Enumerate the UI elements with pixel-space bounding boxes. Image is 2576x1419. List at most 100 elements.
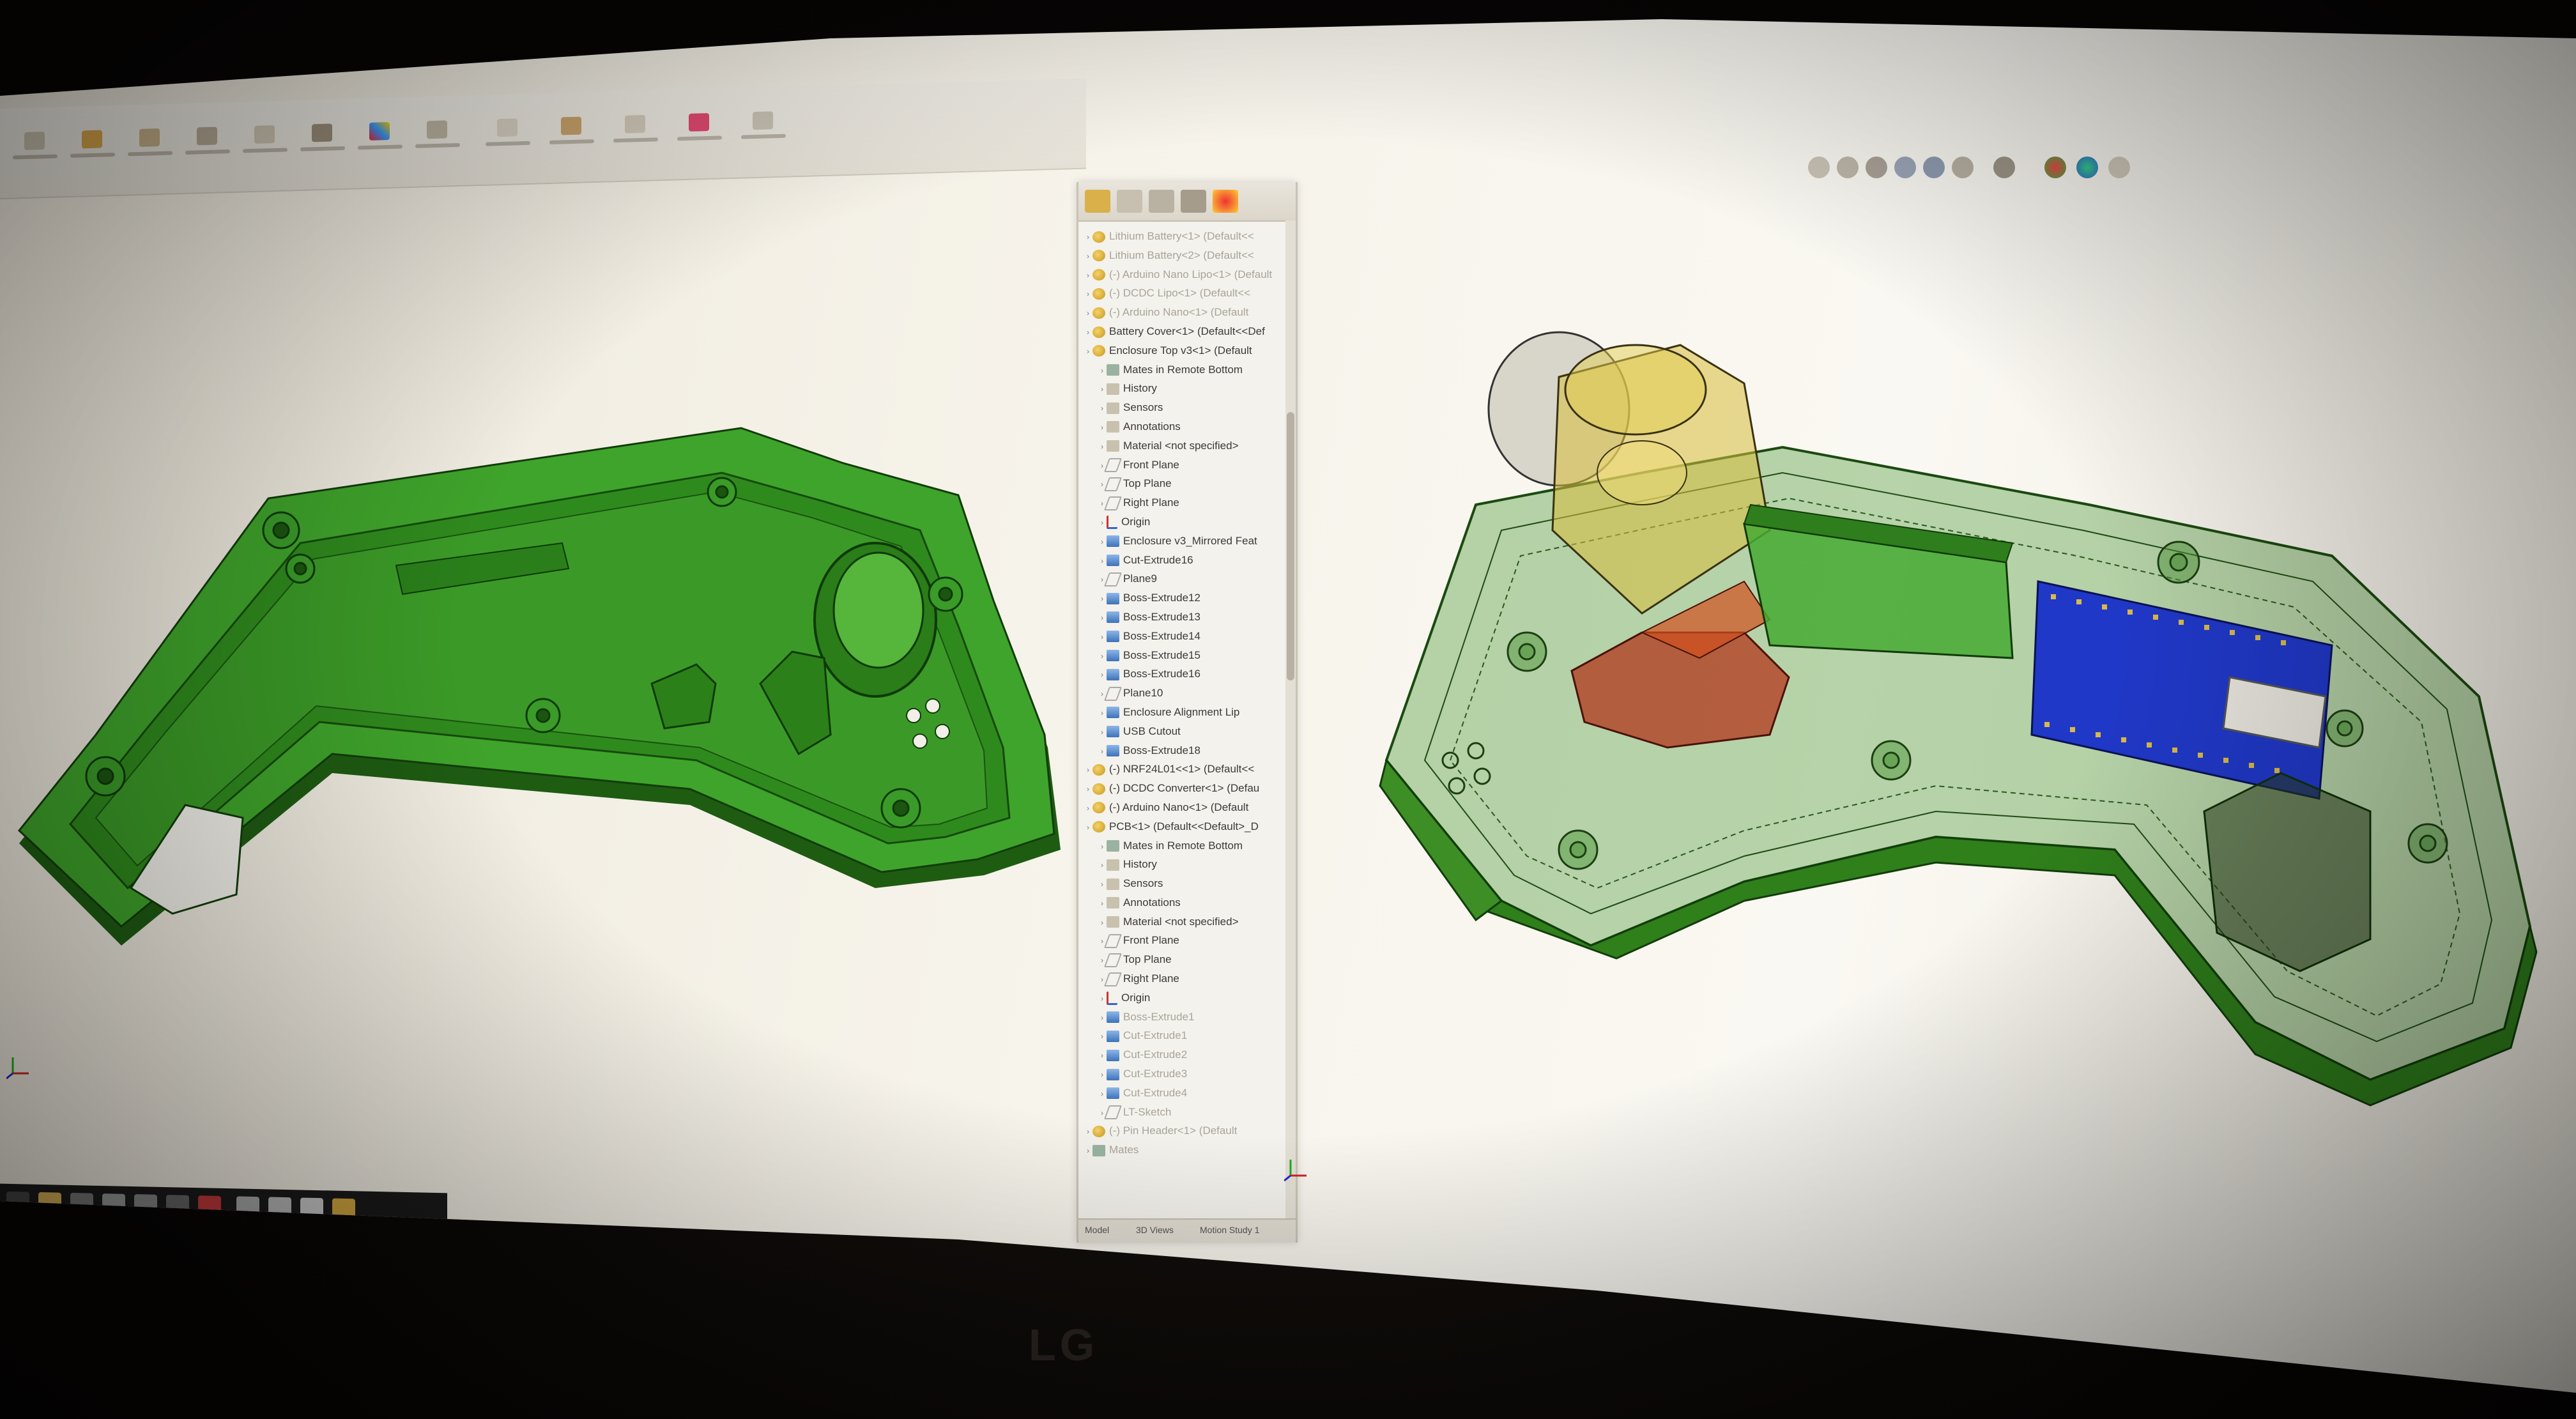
expand-toggle-icon[interactable]: › — [1098, 475, 1107, 495]
tree-item[interactable]: › (-) Pin Header<1> (Default — [1078, 1121, 1283, 1140]
expand-toggle-icon[interactable]: › — [1084, 1123, 1092, 1142]
tree-item[interactable]: › Boss-Extrude16 — [1078, 664, 1283, 684]
tool-button-cut[interactable] — [185, 121, 230, 167]
tree-item[interactable]: › Cut-Extrude2 — [1078, 1045, 1283, 1064]
expand-toggle-icon[interactable]: › — [1098, 571, 1107, 590]
tab-3d-views[interactable]: 3D Views — [1136, 1225, 1174, 1235]
expand-toggle-icon[interactable]: › — [1098, 894, 1107, 914]
tree-item[interactable]: › Battery Cover<1> (Default<<Def — [1078, 322, 1283, 341]
expand-toggle-icon[interactable]: › — [1084, 780, 1092, 799]
expand-toggle-icon[interactable]: › — [1098, 970, 1107, 990]
expand-toggle-icon[interactable]: › — [1098, 723, 1107, 742]
expand-toggle-icon[interactable]: › — [1084, 266, 1092, 286]
expand-toggle-icon[interactable]: › — [1098, 609, 1107, 628]
expand-toggle-icon[interactable]: › — [1098, 990, 1107, 1009]
expand-toggle-icon[interactable]: › — [1084, 1142, 1092, 1161]
tree-item[interactable]: › (-) Arduino Nano Lipo<1> (Default — [1078, 265, 1283, 284]
tool-button-curves[interactable] — [486, 113, 530, 159]
tree-item[interactable]: › History — [1078, 855, 1283, 874]
graphics-area-right[interactable] — [1284, 173, 2576, 1259]
expand-toggle-icon[interactable]: › — [1098, 742, 1107, 762]
tree-item[interactable]: › Top Plane — [1078, 474, 1283, 493]
tree-item[interactable]: › Boss-Extrude13 — [1078, 608, 1283, 627]
tree-item[interactable]: › Annotations — [1078, 893, 1283, 912]
tree-item[interactable]: › Origin — [1078, 512, 1283, 532]
tree-item[interactable]: › Cut-Extrude3 — [1078, 1064, 1283, 1084]
expand-toggle-icon[interactable]: › — [1098, 1066, 1107, 1085]
tree-item[interactable]: › Plane9 — [1078, 569, 1283, 588]
expand-toggle-icon[interactable]: › — [1098, 418, 1107, 438]
tree-item[interactable]: › Right Plane — [1078, 493, 1283, 512]
tree-item[interactable]: › Mates — [1078, 1140, 1283, 1160]
tree-item[interactable]: › Right Plane — [1078, 969, 1283, 988]
tree-item[interactable]: › (-) DCDC Lipo<1> (Default<< — [1078, 284, 1283, 303]
tree-item[interactable]: › Top Plane — [1078, 950, 1283, 969]
expand-toggle-icon[interactable]: › — [1098, 838, 1107, 857]
tool-button-mbd[interactable] — [741, 106, 786, 152]
tree-item[interactable]: › Plane10 — [1078, 684, 1283, 703]
tree-item[interactable]: › Cut-Extrude1 — [1078, 1026, 1283, 1045]
tree-item[interactable]: › USB Cutout — [1078, 722, 1283, 741]
graphics-area-left[interactable] — [0, 211, 1080, 1195]
tree-item[interactable]: › LT-Sketch — [1078, 1103, 1283, 1122]
expand-toggle-icon[interactable]: › — [1098, 514, 1107, 533]
tool-button-appearance[interactable] — [358, 116, 402, 162]
tool-button-extrude[interactable] — [70, 125, 115, 171]
tree-item[interactable]: › Boss-Extrude14 — [1078, 627, 1283, 646]
tree-item[interactable]: › Boss-Extrude18 — [1078, 741, 1283, 760]
tree-item[interactable]: › PCB<1> (Default<<Default>_D — [1078, 817, 1283, 836]
expand-toggle-icon[interactable]: › — [1098, 1047, 1107, 1066]
expand-toggle-icon[interactable]: › — [1098, 1085, 1107, 1104]
expand-toggle-icon[interactable]: › — [1084, 304, 1092, 323]
dimxpert-tab-icon[interactable] — [1181, 190, 1206, 213]
tool-button-sheet-metal[interactable] — [613, 109, 658, 155]
tree-item[interactable]: › Enclosure v3_Mirrored Feat — [1078, 532, 1283, 551]
tool-button-reference[interactable] — [415, 115, 460, 161]
tool-button-revolve[interactable] — [128, 123, 172, 169]
expand-toggle-icon[interactable]: › — [1098, 552, 1107, 571]
expand-toggle-icon[interactable]: › — [1084, 342, 1092, 362]
tree-item[interactable]: › Lithium Battery<1> (Default<< — [1078, 227, 1283, 246]
expand-toggle-icon[interactable]: › — [1098, 647, 1107, 666]
expand-toggle-icon[interactable]: › — [1098, 875, 1107, 894]
tree-item[interactable]: › Boss-Extrude15 — [1078, 646, 1283, 665]
expand-toggle-icon[interactable]: › — [1098, 1009, 1107, 1028]
expand-toggle-icon[interactable]: › — [1098, 362, 1107, 381]
expand-toggle-icon[interactable]: › — [1098, 628, 1107, 647]
expand-toggle-icon[interactable]: › — [1084, 247, 1092, 266]
tree-item[interactable]: › Front Plane — [1078, 931, 1283, 950]
tree-item[interactable]: › (-) DCDC Converter<1> (Defau — [1078, 779, 1283, 798]
tree-item[interactable]: › Lithium Battery<2> (Default<< — [1078, 246, 1283, 265]
tree-item[interactable]: › Sensors — [1078, 398, 1283, 417]
expand-toggle-icon[interactable]: › — [1098, 704, 1107, 723]
expand-toggle-icon[interactable]: › — [1098, 590, 1107, 609]
tree-item[interactable]: › History — [1078, 379, 1283, 398]
tool-button-render[interactable] — [677, 107, 722, 153]
tree-item[interactable]: › Enclosure Alignment Lip — [1078, 703, 1283, 722]
tab-motion-study[interactable]: Motion Study 1 — [1200, 1225, 1259, 1235]
tree-item[interactable]: › Cut-Extrude16 — [1078, 551, 1283, 570]
tree-item[interactable]: › (-) Arduino Nano<1> (Default — [1078, 798, 1283, 817]
expand-toggle-icon[interactable]: › — [1084, 799, 1092, 818]
expand-toggle-icon[interactable]: › — [1098, 932, 1107, 951]
tool-button-smart-dimension[interactable] — [13, 126, 57, 172]
display-manager-tab-icon[interactable] — [1213, 190, 1238, 213]
tree-item[interactable]: › Mates in Remote Bottom — [1078, 836, 1283, 855]
expand-toggle-icon[interactable]: › — [1098, 495, 1107, 514]
tree-item[interactable]: › Boss-Extrude12 — [1078, 588, 1283, 608]
expand-toggle-icon[interactable]: › — [1098, 1104, 1107, 1123]
expand-toggle-icon[interactable]: › — [1098, 856, 1107, 875]
expand-toggle-icon[interactable]: › — [1098, 951, 1107, 970]
expand-toggle-icon[interactable]: › — [1084, 228, 1092, 247]
tool-button-fillet[interactable] — [243, 119, 288, 165]
expand-toggle-icon[interactable]: › — [1098, 438, 1107, 457]
expand-toggle-icon[interactable]: › — [1098, 399, 1107, 418]
tree-item[interactable]: › Cut-Extrude4 — [1078, 1084, 1283, 1103]
tree-item[interactable]: › (-) Arduino Nano<1> (Default — [1078, 303, 1283, 322]
tree-item[interactable]: › Material <not specified> — [1078, 436, 1283, 456]
tree-item[interactable]: › Material <not specified> — [1078, 912, 1283, 932]
tool-button-instant3d[interactable] — [549, 111, 594, 157]
expand-toggle-icon[interactable]: › — [1098, 380, 1107, 399]
tree-item[interactable]: › Annotations — [1078, 417, 1283, 436]
expand-toggle-icon[interactable]: › — [1098, 666, 1107, 685]
